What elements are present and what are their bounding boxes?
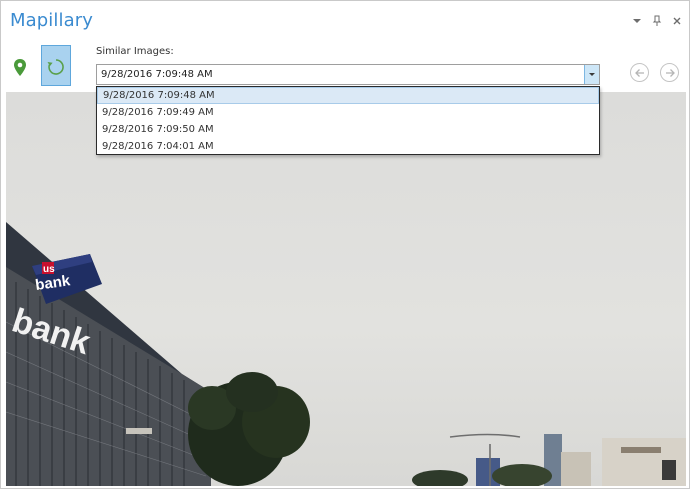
- chevron-down-icon: [589, 73, 595, 76]
- map-pin-icon[interactable]: [13, 59, 27, 77]
- pin-icon[interactable]: [651, 15, 663, 27]
- next-image-button[interactable]: [660, 63, 679, 82]
- combobox-value: 9/28/2016 7:09:48 AM: [101, 69, 213, 80]
- close-icon[interactable]: [671, 15, 683, 27]
- similar-images-combobox[interactable]: 9/28/2016 7:09:48 AM: [96, 64, 600, 85]
- pane-window-controls: [631, 15, 683, 27]
- dropdown-option[interactable]: 9/28/2016 7:09:50 AM: [97, 121, 599, 138]
- similar-images-label: Similar Images:: [96, 46, 174, 57]
- svg-text:us: us: [43, 264, 55, 275]
- dropdown-option[interactable]: 9/28/2016 7:09:48 AM: [97, 87, 599, 104]
- dropdown-option[interactable]: 9/28/2016 7:04:01 AM: [97, 138, 599, 155]
- mapillary-pane: Mapillary Similar Images: 9/28/2016 7:09…: [0, 0, 690, 489]
- arrow-left-icon: [635, 69, 644, 77]
- refresh-icon: [47, 59, 64, 75]
- chevron-down-icon[interactable]: [631, 15, 643, 27]
- previous-image-button[interactable]: [630, 63, 649, 82]
- dropdown-option[interactable]: 9/28/2016 7:09:49 AM: [97, 104, 599, 121]
- arrow-right-icon: [666, 69, 675, 77]
- sync-button[interactable]: [41, 45, 71, 86]
- similar-images-dropdown-list: 9/28/2016 7:09:48 AM 9/28/2016 7:09:49 A…: [96, 86, 600, 155]
- pane-title: Mapillary: [10, 10, 93, 31]
- combobox-dropdown-button[interactable]: [584, 65, 599, 84]
